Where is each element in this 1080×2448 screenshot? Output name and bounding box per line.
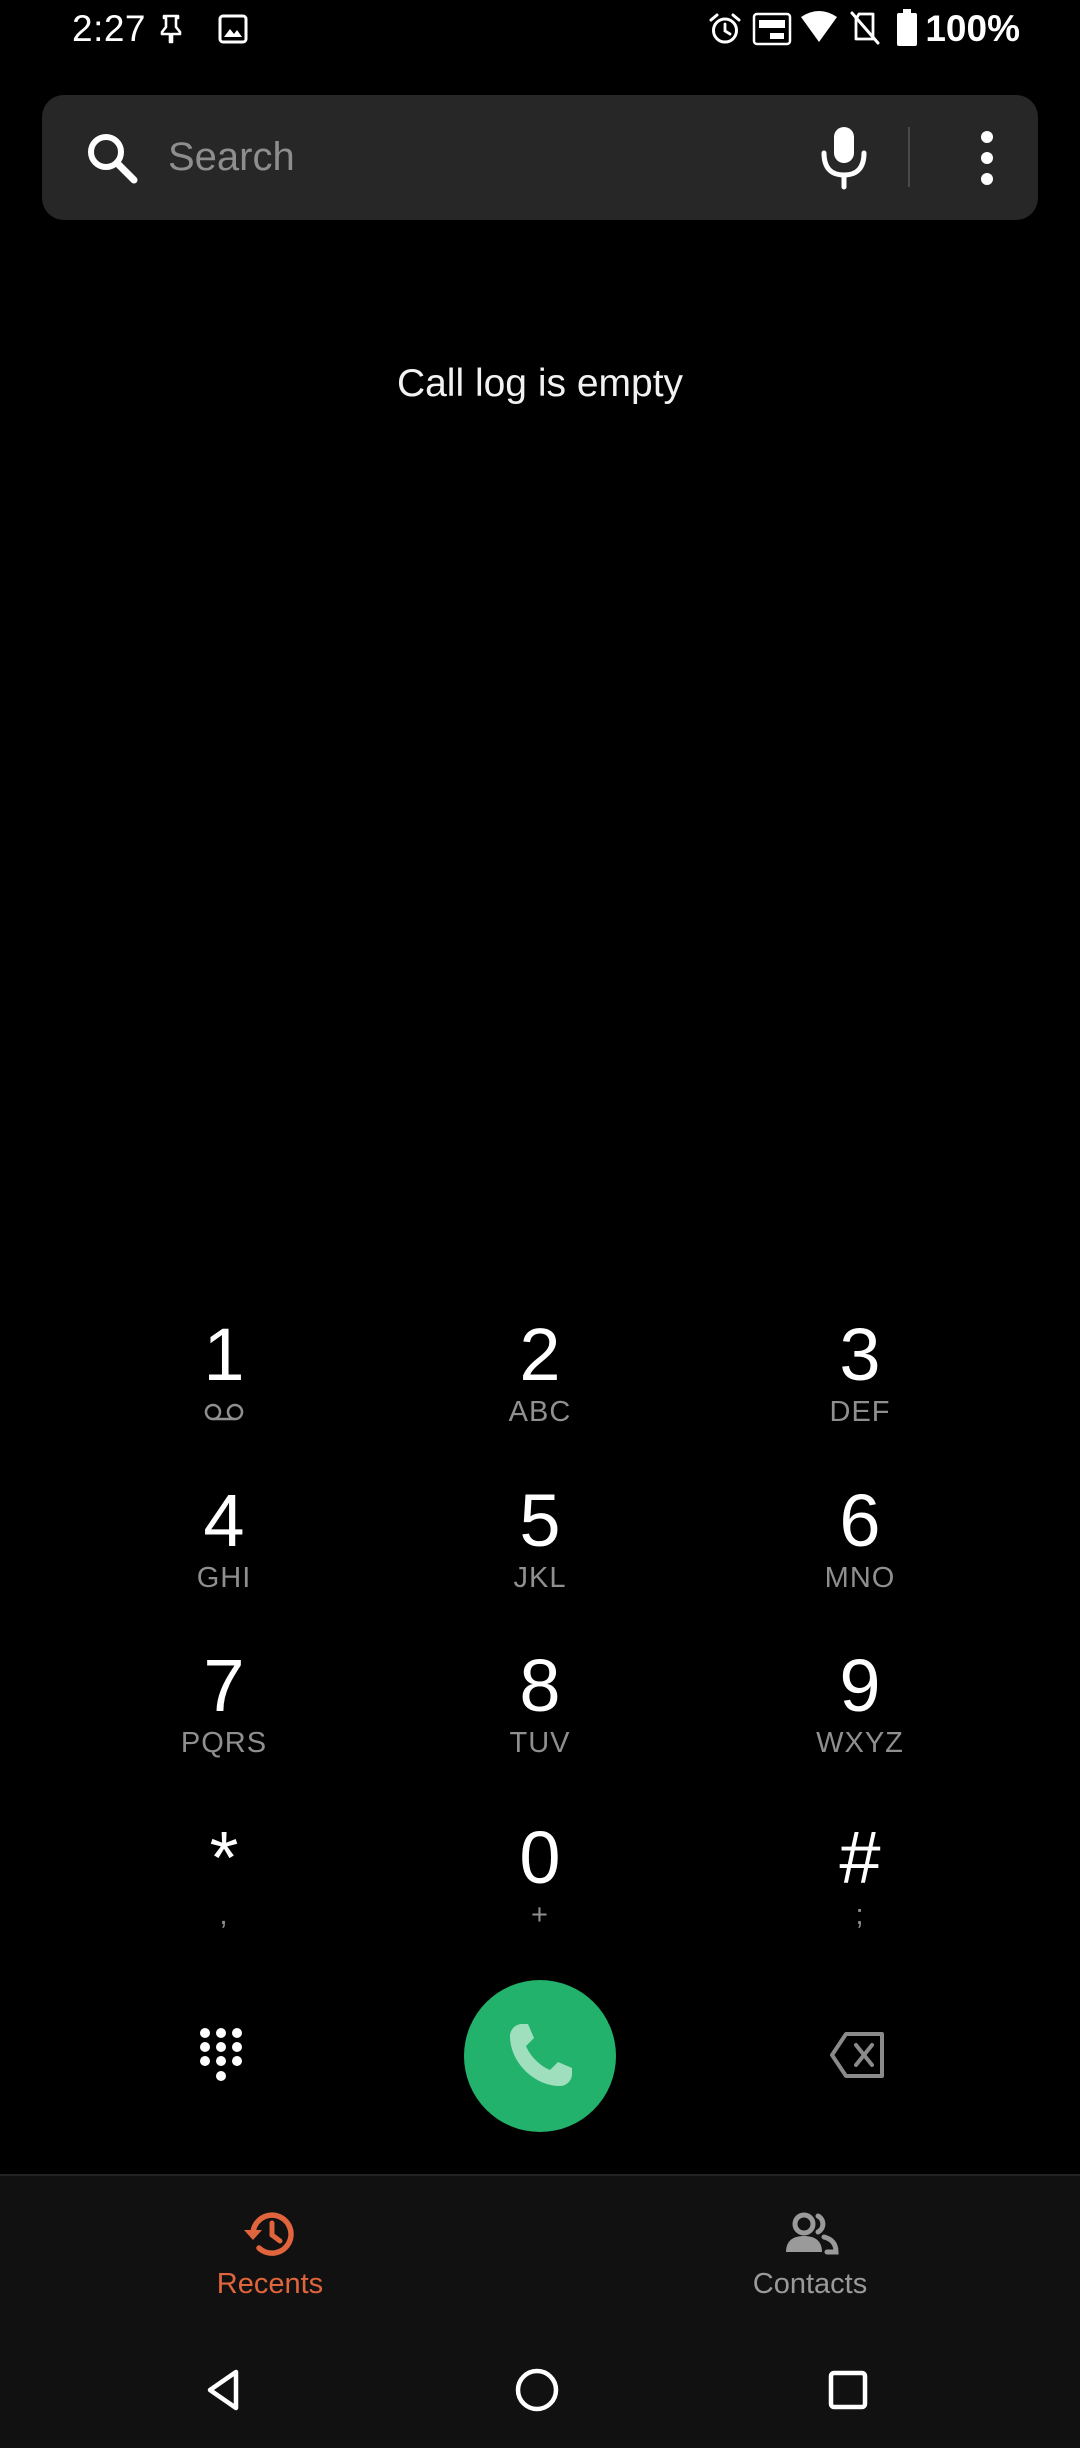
dial-digit: 2	[519, 1313, 561, 1396]
dial-digit: *	[209, 1816, 239, 1899]
dial-letters: WXYZ	[816, 1727, 904, 1759]
back-icon[interactable]	[200, 2366, 248, 2414]
search-icon[interactable]	[82, 128, 142, 188]
dial-letters: JKL	[513, 1562, 567, 1594]
dial-key-hash[interactable]: # ;	[700, 1818, 1020, 1968]
dial-letters: ABC	[508, 1396, 572, 1428]
battery-icon	[897, 9, 917, 46]
image-icon	[218, 14, 248, 44]
keypad-icon[interactable]	[196, 2025, 246, 2085]
status-time: 2:27	[72, 8, 147, 49]
dial-key-0[interactable]: 0 +	[380, 1818, 700, 1968]
dial-digit: 5	[519, 1479, 561, 1562]
status-bar: 2:27 100%	[0, 0, 1080, 58]
phone-icon	[510, 2024, 572, 2086]
dial-letters: GHI	[196, 1562, 252, 1594]
dial-digit: 3	[839, 1313, 881, 1396]
call-button[interactable]	[464, 1980, 616, 2132]
dial-digit: 8	[519, 1644, 561, 1727]
dial-letters: +	[531, 1899, 549, 1931]
dial-digit: 0	[519, 1816, 561, 1899]
more-icon[interactable]	[962, 125, 1012, 191]
search-divider	[908, 127, 910, 187]
mic-icon[interactable]	[812, 123, 876, 191]
dial-key-6[interactable]: 6 MNO	[700, 1481, 1020, 1631]
backspace-icon[interactable]	[830, 2030, 886, 2080]
recents-icon[interactable]	[824, 2366, 872, 2414]
dial-digit: 4	[203, 1479, 245, 1562]
dial-letters: MNO	[824, 1562, 896, 1594]
dial-key-8[interactable]: 8 TUV	[380, 1646, 700, 1796]
dial-letters: PQRS	[180, 1727, 268, 1759]
dial-letters: DEF	[829, 1396, 891, 1428]
tab-label: Contacts	[752, 2268, 868, 2300]
dial-letters: TUV	[509, 1727, 571, 1759]
dial-digit: 6	[839, 1479, 881, 1562]
dial-key-9[interactable]: 9 WXYZ	[700, 1646, 1020, 1796]
alarm-icon	[709, 13, 741, 44]
contacts-icon	[786, 2212, 839, 2255]
dial-digit: 7	[203, 1644, 245, 1727]
dial-letters: ,	[219, 1899, 229, 1931]
bottom-navigation: Recents Contacts	[0, 2174, 1080, 2338]
dial-digit: #	[839, 1816, 881, 1899]
dial-key-1[interactable]: 1	[64, 1315, 384, 1465]
voicemail-icon	[204, 1403, 244, 1421]
dial-key-3[interactable]: 3 DEF	[700, 1315, 1020, 1465]
battery-percent: 100%	[925, 8, 1020, 49]
dial-key-4[interactable]: 4 GHI	[64, 1481, 384, 1631]
search-bar[interactable]	[42, 95, 1038, 220]
tab-label: Recents	[216, 2268, 324, 2300]
history-icon	[244, 2212, 294, 2256]
auto-hz-icon	[752, 12, 792, 46]
dial-key-5[interactable]: 5 JKL	[380, 1481, 700, 1631]
dial-letters: ;	[855, 1899, 865, 1931]
empty-call-log-message: Call log is empty	[396, 362, 684, 405]
wifi-icon	[801, 11, 837, 42]
dial-key-7[interactable]: 7 PQRS	[64, 1646, 384, 1796]
dial-digit: 1	[203, 1313, 245, 1396]
tab-contacts[interactable]: Contacts	[540, 2176, 1080, 2338]
dial-digit: 9	[839, 1644, 881, 1727]
tab-recents[interactable]: Recents	[0, 2176, 540, 2338]
pin-icon	[160, 14, 182, 44]
home-icon[interactable]	[513, 2366, 561, 2414]
system-navigation-bar	[0, 2336, 1080, 2448]
dial-key-2[interactable]: 2 ABC	[380, 1315, 700, 1465]
no-sim-icon	[850, 11, 880, 45]
dial-key-star[interactable]: * ,	[64, 1818, 384, 1968]
search-input[interactable]	[168, 125, 808, 189]
